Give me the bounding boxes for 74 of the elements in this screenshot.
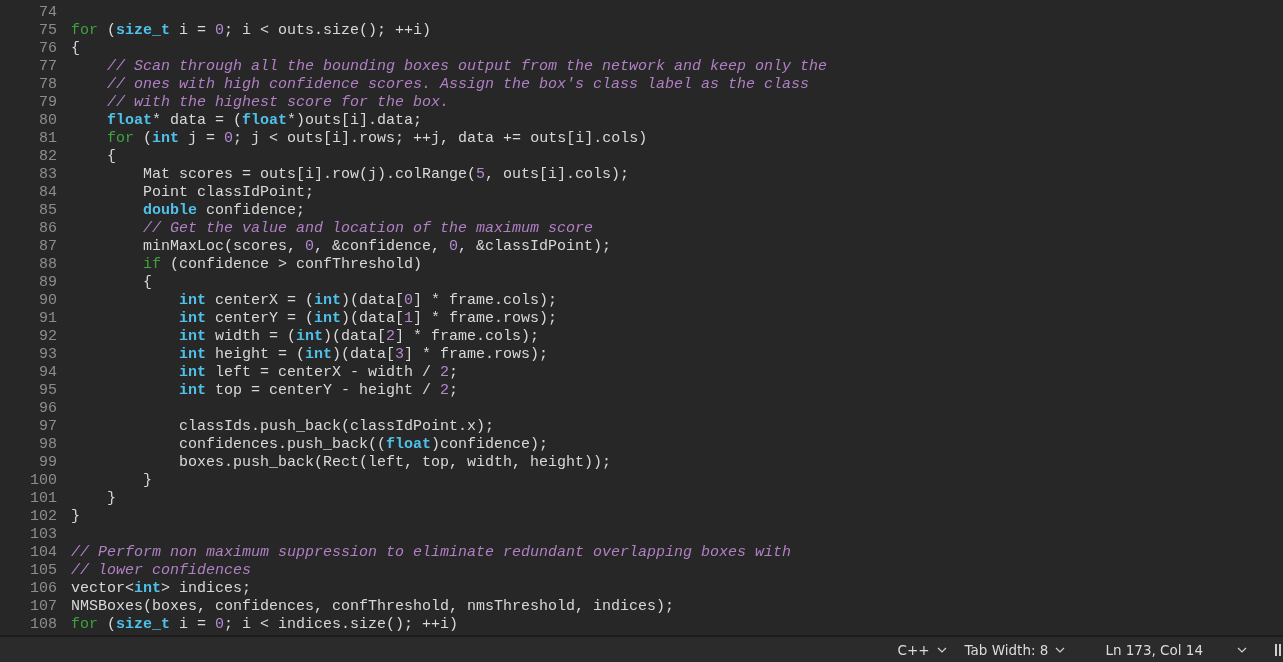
- code-line: // Get the value and location of the maximum score: [143, 220, 594, 238]
- line-number: 85: [38, 202, 57, 220]
- code-line: for (size_t i = 0; i < outs.size(); ++i): [71, 22, 432, 40]
- code-line: // lower confidences: [71, 562, 252, 580]
- bars-icon: [1275, 643, 1282, 656]
- code-line: double confidence;: [143, 202, 306, 220]
- line-number: 83: [38, 166, 57, 184]
- line-number: 79: [38, 94, 57, 112]
- line-number: 90: [38, 292, 57, 310]
- line-number: 101: [29, 490, 57, 508]
- code-line: int top = centerY - height / 2;: [179, 382, 459, 400]
- code-line: // ones with high confidence scores. Assign the box's class label as the class: [107, 76, 810, 94]
- line-number: 91: [38, 310, 57, 328]
- line-number: 77: [38, 58, 57, 76]
- code-line: for (size_t i = 0; i < indices.size(); ++i): [71, 616, 459, 634]
- code-line: int centerX = (int)(data[0] * frame.cols);: [179, 292, 558, 310]
- cursor-position-dropdown[interactable]: Ln 173, Col 14: [1105, 641, 1203, 658]
- code-line: Point classIdPoint;: [143, 184, 315, 202]
- line-number: 93: [38, 346, 57, 364]
- code-line: // Perform non maximum suppression to eliminate redundant overlapping boxes with: [71, 544, 792, 562]
- code-line: boxes.push_back(Rect(left, top, width, height));: [179, 454, 612, 472]
- line-number: 82: [38, 148, 57, 166]
- line-number: 95: [38, 382, 57, 400]
- line-number: 92: [38, 328, 57, 346]
- line-number: 107: [29, 598, 57, 616]
- code-line: int height = (int)(data[3] * frame.rows);: [179, 346, 549, 364]
- code-line: confidences.push_back((float)confidence);: [179, 436, 549, 454]
- code-line: minMaxLoc(scores, 0, &confidence, 0, &classIdPoint);: [143, 238, 612, 256]
- code-line: vector<int> indices;: [71, 580, 252, 598]
- line-number: 88: [38, 256, 57, 274]
- code-line: NMSBoxes(boxes, confidences, confThreshold, nmsThreshold, indices);: [71, 598, 675, 616]
- line-number: 102: [29, 508, 57, 526]
- code-line: {: [143, 274, 152, 292]
- line-number: 74: [38, 4, 57, 22]
- code-line: {: [71, 40, 80, 58]
- code-line: {: [107, 148, 116, 166]
- line-number: 84: [38, 184, 57, 202]
- caret-icon[interactable]: [1237, 646, 1247, 653]
- line-number: 76: [38, 40, 57, 58]
- line-number: 78: [38, 76, 57, 94]
- language-dropdown[interactable]: C++: [897, 641, 947, 658]
- line-number: 86: [38, 220, 57, 238]
- line-number: 108: [29, 616, 57, 634]
- line-number: 94: [38, 364, 57, 382]
- line-number: 105: [29, 562, 57, 580]
- code-line: classIds.push_back(classIdPoint.x);: [179, 418, 495, 436]
- line-number: 97: [38, 418, 57, 436]
- line-number: 99: [38, 454, 57, 472]
- line-number: 89: [38, 274, 57, 292]
- code-line: if (confidence > confThreshold): [143, 256, 423, 274]
- code-line: for (int j = 0; j < outs[i].rows; ++j, data += outs[i].cols): [107, 130, 648, 148]
- code-line: Mat scores = outs[i].row(j).colRange(5, outs[i].cols);: [143, 166, 630, 184]
- code-line: }: [143, 472, 152, 490]
- line-number: 104: [29, 544, 57, 562]
- line-number: 98: [38, 436, 57, 454]
- code-line: }: [107, 490, 116, 508]
- code-line: int width = (int)(data[2] * frame.cols);: [179, 328, 540, 346]
- code-line: int centerY = (int)(data[1] * frame.rows);: [179, 310, 558, 328]
- caret-icon: [1055, 646, 1066, 653]
- line-number: 75: [38, 22, 57, 40]
- code-line: // Scan through all the bounding boxes output from the network and keep only the: [107, 58, 828, 76]
- code-line: }: [71, 508, 80, 526]
- tab-width-dropdown[interactable]: Tab Width: 8: [964, 641, 1066, 658]
- line-number: 103: [29, 526, 57, 544]
- line-number: 96: [38, 400, 57, 418]
- code-line: int left = centerX - width / 2;: [179, 364, 459, 382]
- line-number: 80: [38, 112, 57, 130]
- line-number: 106: [29, 580, 57, 598]
- caret-icon: [936, 646, 947, 653]
- code-line: // with the highest score for the box.: [107, 94, 450, 112]
- code-line: float* data = (float*)outs[i].data;: [107, 112, 423, 130]
- line-number: 87: [38, 238, 57, 256]
- line-number: 81: [38, 130, 57, 148]
- line-number: 100: [29, 472, 57, 490]
